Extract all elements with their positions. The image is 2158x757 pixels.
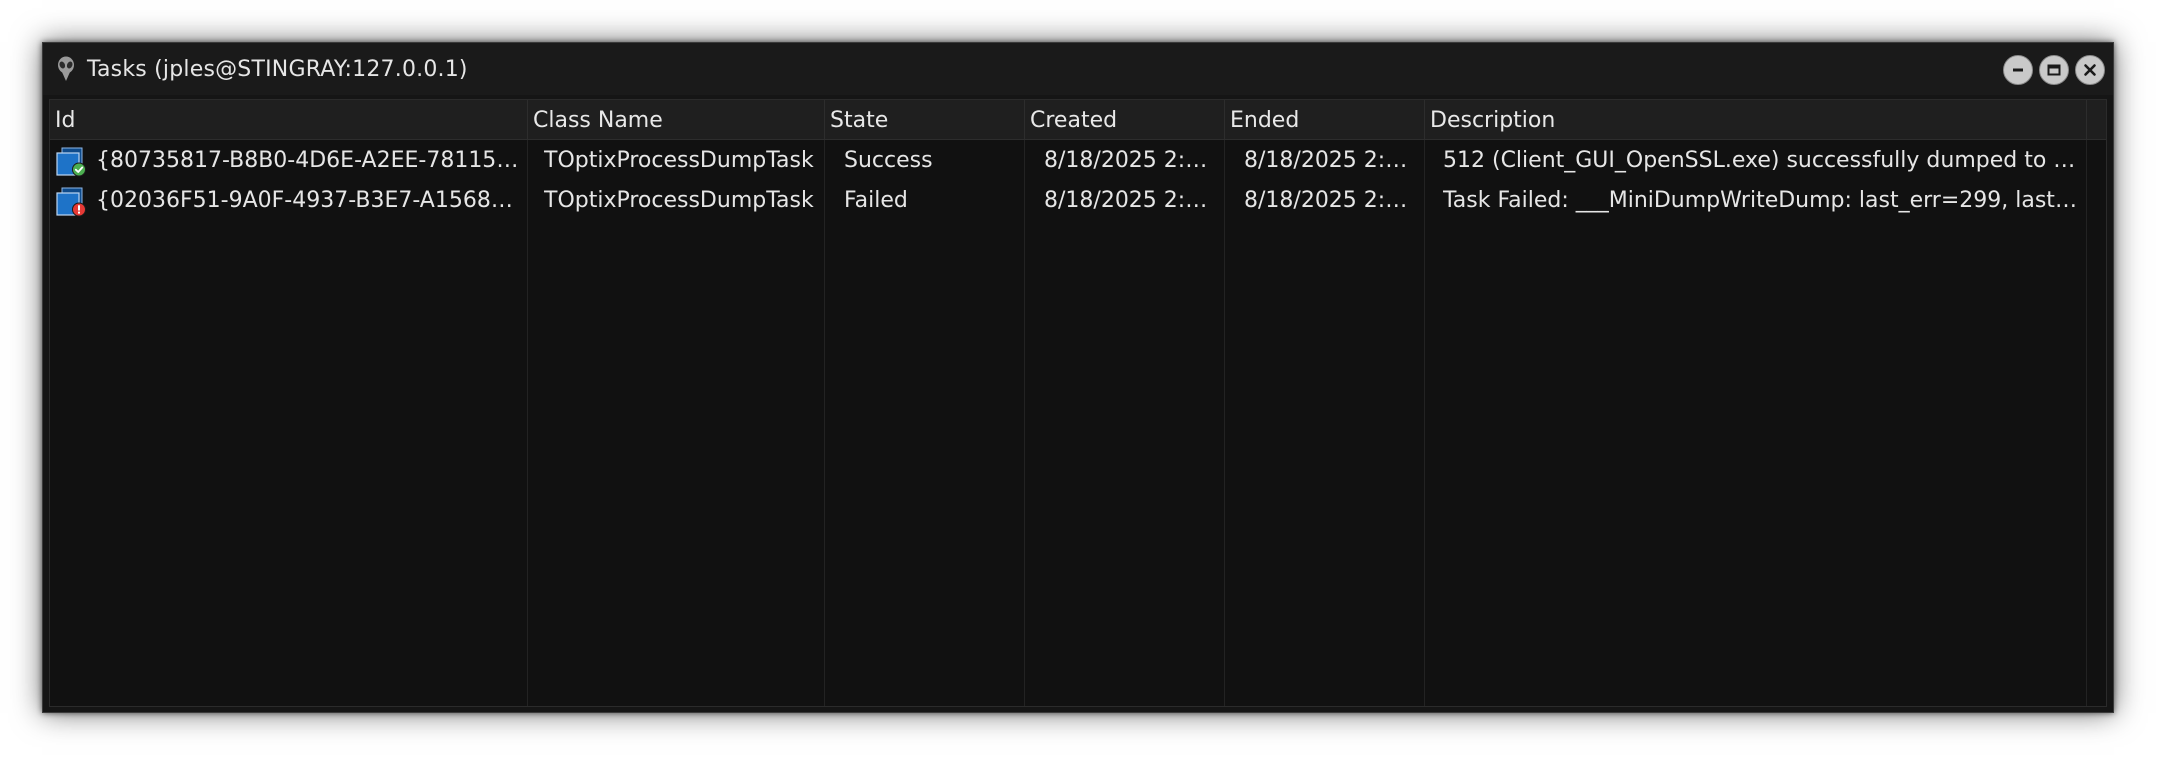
task-description: Task Failed: ___MiniDumpWriteDump: last_… (1443, 188, 2083, 213)
column-header-id[interactable]: Id (50, 100, 528, 140)
task-failed-icon (56, 187, 86, 217)
title-bar[interactable]: Tasks (jples@STINGRAY:127.0.0.1) (43, 43, 2113, 95)
task-state: Success (844, 148, 933, 173)
column-divider (824, 140, 825, 706)
table-row[interactable]: {02036F51-9A0F-4937-B3E7-A1568A5… TOptix… (50, 181, 2106, 221)
minimize-button[interactable] (2003, 55, 2033, 85)
column-header-ended[interactable]: Ended (1225, 100, 1425, 140)
task-id: {02036F51-9A0F-4937-B3E7-A1568A5… (96, 188, 524, 213)
alien-icon (55, 55, 77, 83)
task-created: 8/18/2025 2:45… (1044, 188, 1220, 213)
window-controls (2003, 55, 2105, 85)
column-divider (1024, 140, 1025, 706)
task-id: {80735817-B8B0-4D6E-A2EE-7811509… (96, 148, 524, 173)
minimize-icon (2013, 68, 2023, 72)
column-divider (2086, 140, 2087, 706)
task-class-name: TOptixProcessDumpTask (544, 148, 814, 173)
maximize-button[interactable] (2039, 55, 2069, 85)
column-header-created[interactable]: Created (1025, 100, 1225, 140)
column-header-class-name[interactable]: Class Name (528, 100, 825, 140)
table-row[interactable]: {80735817-B8B0-4D6E-A2EE-7811509… TOptix… (50, 141, 2106, 181)
task-description: 512 (Client_GUI_OpenSSL.exe) successfull… (1443, 148, 2083, 173)
column-header-description[interactable]: Description (1425, 100, 2087, 140)
column-divider (1224, 140, 1225, 706)
task-class-name: TOptixProcessDumpTask (544, 188, 814, 213)
tasks-window: Tasks (jples@STINGRAY:127.0.0.1) Id Clas… (42, 42, 2114, 713)
table-header: Id Class Name State Created Ended Descri… (50, 100, 2106, 140)
task-ended: 8/18/2025 2:45… (1244, 148, 1420, 173)
column-header-state[interactable]: State (825, 100, 1025, 140)
task-state: Failed (844, 188, 908, 213)
window-title: Tasks (jples@STINGRAY:127.0.0.1) (87, 56, 468, 82)
task-success-icon (56, 147, 86, 177)
tasks-table[interactable]: Id Class Name State Created Ended Descri… (49, 99, 2107, 707)
maximize-icon (2047, 64, 2061, 76)
column-divider (527, 140, 528, 706)
task-ended: 8/18/2025 2:45… (1244, 188, 1420, 213)
task-created: 8/18/2025 2:45… (1044, 148, 1220, 173)
close-button[interactable] (2075, 55, 2105, 85)
close-icon (2084, 64, 2096, 76)
column-divider (1424, 140, 1425, 706)
